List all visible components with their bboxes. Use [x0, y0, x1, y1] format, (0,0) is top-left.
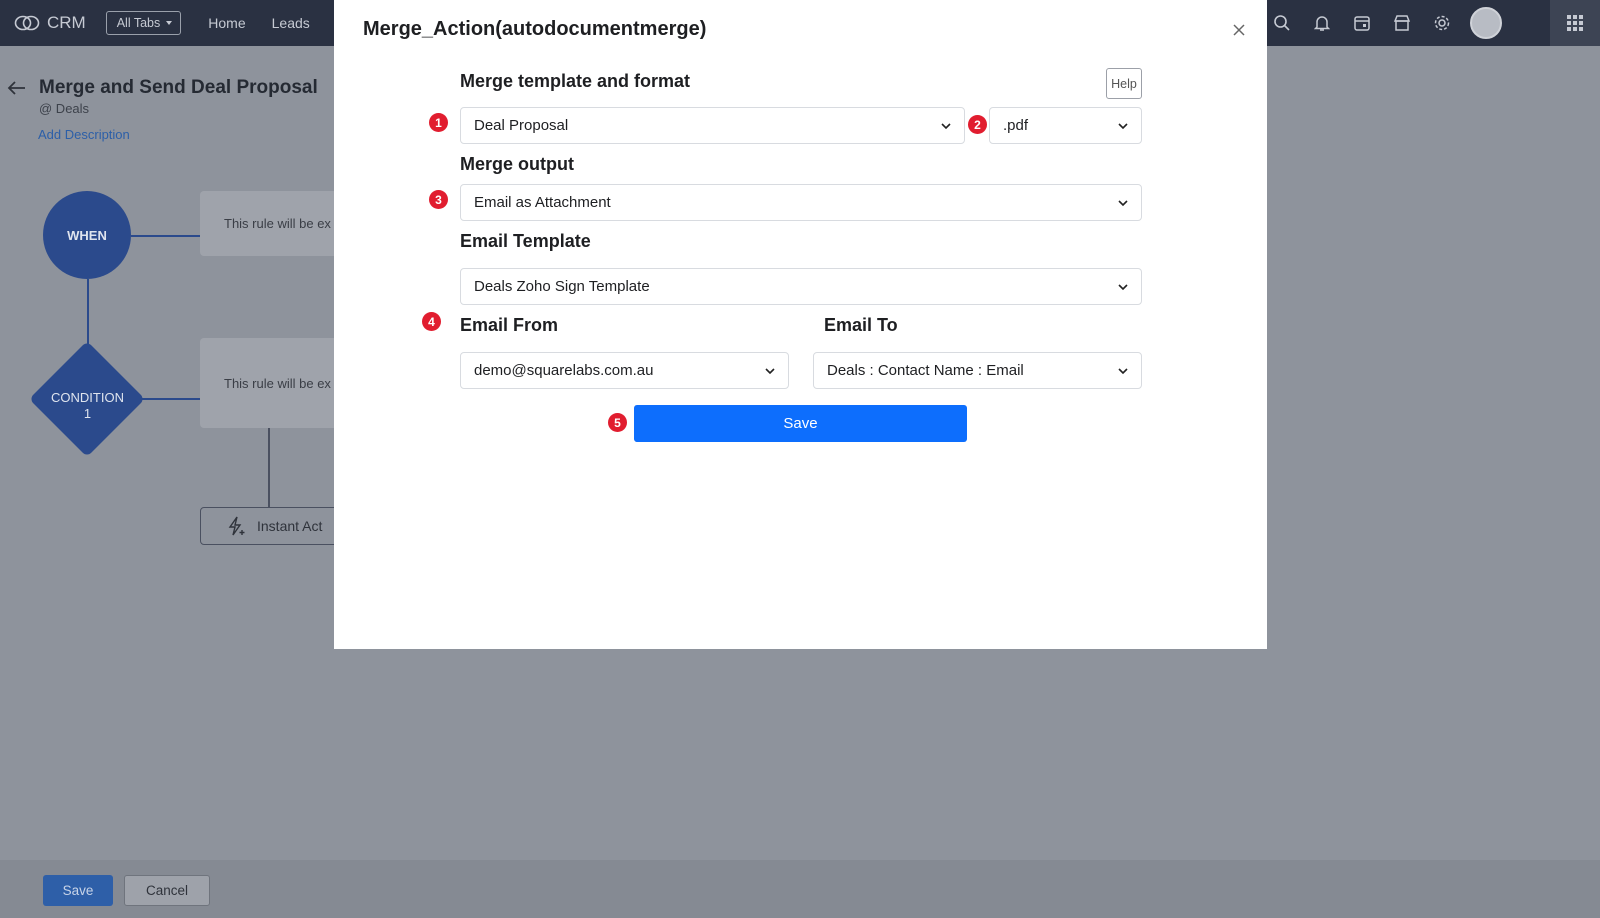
- step-badge-2: 2: [968, 115, 987, 134]
- email-from-value: demo@squarelabs.com.au: [474, 362, 654, 379]
- section-email-to: Email To: [824, 315, 898, 335]
- merge-template-value: Deal Proposal: [474, 117, 569, 134]
- nav-leads[interactable]: Leads: [272, 15, 310, 31]
- format-value: .pdf: [1003, 117, 1029, 134]
- step-badge-5: 5: [608, 413, 627, 432]
- footer-save-button[interactable]: Save: [43, 875, 113, 906]
- avatar[interactable]: [1470, 7, 1502, 39]
- chevron-down-icon: [1118, 123, 1128, 130]
- step-badge-4: 4: [422, 312, 441, 331]
- bell-icon[interactable]: [1302, 0, 1342, 46]
- merge-output-value: Email as Attachment: [474, 194, 611, 211]
- apps-grid-icon[interactable]: [1550, 0, 1600, 46]
- step-badge-1: 1: [429, 113, 448, 132]
- when-rule-card[interactable]: This rule will be ex: [200, 191, 340, 256]
- vertical-connector: [87, 279, 89, 345]
- section-merge-output: Merge output: [460, 154, 574, 174]
- condition-rule-card[interactable]: This rule will be ex: [200, 338, 340, 428]
- page-title: Merge and Send Deal Proposal: [39, 77, 318, 98]
- top-icons-group: [1262, 0, 1502, 46]
- when-rule-text: This rule will be ex: [224, 216, 331, 231]
- chevron-down-icon: [1118, 368, 1128, 375]
- email-to-select[interactable]: Deals : Contact Name : Email: [813, 352, 1142, 389]
- condition-label: CONDITION 1: [30, 390, 145, 422]
- gear-icon[interactable]: [1422, 0, 1462, 46]
- chevron-down-icon: [1118, 200, 1128, 207]
- caret-down-icon: [166, 21, 173, 25]
- footer-cancel-button[interactable]: Cancel: [124, 875, 210, 906]
- back-arrow-icon[interactable]: [7, 80, 27, 96]
- modal-save-button[interactable]: Save: [634, 405, 967, 442]
- brand-name: CRM: [47, 13, 86, 32]
- lightning-plus-icon: [228, 516, 245, 536]
- page-module: @ Deals: [39, 101, 90, 116]
- when-node[interactable]: WHEN: [43, 191, 131, 279]
- crm-logo-icon: [14, 15, 40, 31]
- crm-logo[interactable]: CRM: [14, 13, 86, 33]
- nav-home[interactable]: Home: [208, 15, 245, 31]
- merge-output-select[interactable]: Email as Attachment: [460, 184, 1142, 221]
- section-email-template: Email Template: [460, 231, 591, 251]
- format-select[interactable]: .pdf: [989, 107, 1142, 144]
- all-tabs-label: All Tabs: [116, 16, 161, 30]
- section-template-format: Merge template and format: [460, 71, 691, 91]
- instant-action-connector: [268, 428, 270, 507]
- email-template-value: Deals Zoho Sign Template: [474, 278, 650, 295]
- merge-action-modal: Merge_Action(autodocumentmerge) Merge te…: [334, 0, 1267, 649]
- calendar-icon[interactable]: [1342, 0, 1382, 46]
- modal-title: Merge_Action(autodocumentmerge): [363, 18, 707, 40]
- marketplace-icon[interactable]: [1382, 0, 1422, 46]
- condition-title: CONDITION: [51, 390, 124, 405]
- chevron-down-icon: [765, 368, 775, 375]
- condition-number: 1: [83, 406, 92, 421]
- close-icon[interactable]: [1231, 22, 1247, 38]
- help-button[interactable]: Help: [1106, 68, 1142, 99]
- email-from-select[interactable]: demo@squarelabs.com.au: [460, 352, 789, 389]
- when-connector: [131, 235, 201, 237]
- add-description-link[interactable]: Add Description: [38, 127, 130, 142]
- instant-action-button[interactable]: Instant Act: [200, 507, 340, 545]
- email-template-select[interactable]: Deals Zoho Sign Template: [460, 268, 1142, 305]
- email-to-value: Deals : Contact Name : Email: [827, 362, 1024, 379]
- when-label: WHEN: [67, 227, 107, 243]
- condition-connector: [142, 398, 200, 400]
- all-tabs-dropdown[interactable]: All Tabs: [105, 11, 182, 35]
- chevron-down-icon: [1118, 284, 1128, 291]
- chevron-down-icon: [941, 123, 951, 130]
- step-badge-3: 3: [429, 190, 448, 209]
- section-email-from: Email From: [460, 315, 559, 335]
- search-icon[interactable]: [1262, 0, 1302, 46]
- bottom-action-bar: [0, 860, 1600, 918]
- merge-template-select[interactable]: Deal Proposal: [460, 107, 965, 144]
- condition-rule-text: This rule will be ex: [224, 375, 331, 391]
- instant-action-label: Instant Act: [257, 518, 323, 534]
